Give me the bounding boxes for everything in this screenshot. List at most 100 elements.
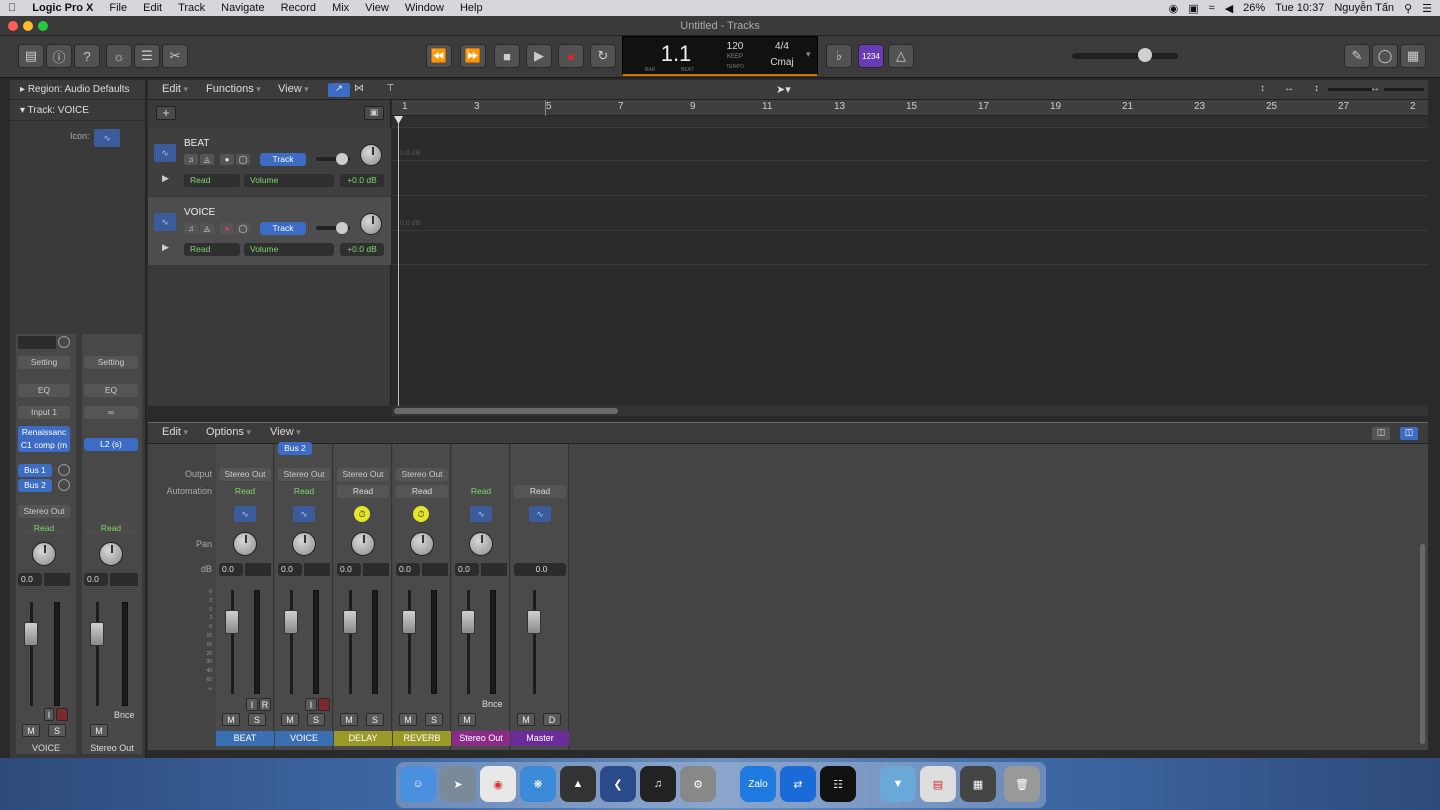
close-window-button[interactable] [8,21,18,31]
messages-icon[interactable]: ▣ [1188,2,1198,15]
voice-bus2-send[interactable]: Bus 2 [278,442,312,455]
delay-mute-button[interactable]: M [340,713,358,726]
track-row-voice[interactable]: ∿ VOICE ♫ ◬ ● ◯ Track ▶ Read Volume +0.0… [148,197,391,265]
pan-knob-right[interactable] [99,542,123,566]
apple-menu-icon[interactable]:  [0,2,24,14]
zoom-window-button[interactable] [38,21,48,31]
notifications-icon[interactable]: ☰ [1422,2,1432,15]
quick-help-button[interactable]: ? [74,44,100,68]
tracks-edit-menu[interactable]: Edit [162,83,188,95]
finder-icon[interactable]: ☺ [400,766,436,802]
bus1-send-knob[interactable] [58,464,70,476]
battery-text[interactable]: 26% [1243,2,1265,14]
zalo-icon[interactable]: Zalo [740,766,776,802]
beat-pan-knob[interactable] [360,144,382,166]
record-status-icon[interactable]: ◉ [1169,2,1179,15]
document-icon[interactable]: ▤ [920,766,956,802]
region-inspector-header[interactable]: ▸ Region: Audio Defaults [10,80,146,100]
reverb-channel-name[interactable]: REVERB [393,731,451,746]
voice-automation-mode[interactable]: Read [184,243,240,256]
stereo-out-automation-slot[interactable]: Read [455,485,507,498]
track-name-voice[interactable]: VOICE [184,207,215,218]
rewind-button[interactable]: ⏪ [426,44,452,68]
master-volume-fader[interactable] [527,610,541,634]
bus2-send-knob[interactable] [58,479,70,491]
mixer-edit-menu[interactable]: Edit [162,426,188,438]
menu-view[interactable]: View [357,2,397,14]
beat-track-mode[interactable]: Track [260,153,306,166]
final-cut-icon[interactable]: ❮ [600,766,636,802]
solo-button-left[interactable]: S [48,724,66,737]
beat-automation-line[interactable] [392,160,1428,161]
bus1-send[interactable]: Bus 1 [18,464,52,477]
timeline-ruler[interactable]: 1 3 5 7 9 11 13 15 17 19 21 23 25 27 2 [392,100,1428,116]
setting-button-left[interactable]: Setting [18,356,70,369]
app-menu[interactable]: Logic Pro X [24,2,101,14]
master-mute-button[interactable]: M [517,713,535,726]
library-button[interactable]: ▤ [18,44,44,68]
playhead[interactable] [398,116,399,406]
stereo-out-bounce-button[interactable]: Bnce [482,699,503,709]
automation-mode-left[interactable]: Read [18,522,70,535]
reverb-automation-slot[interactable]: Read [396,485,448,498]
voice-record-enable-button[interactable] [318,698,330,711]
voice-track-mode[interactable]: Track [260,222,306,235]
voice-input-monitor-icon[interactable]: ◯ [236,223,250,234]
pointer-tool-icon[interactable]: ➤▾ [776,83,800,97]
input-slot-right[interactable]: ∞ [84,406,138,419]
chrome-icon[interactable]: ◉ [480,766,516,802]
output-slot-left[interactable]: Stereo Out [18,505,70,518]
stereo-out-volume-fader[interactable] [461,610,475,634]
downloads-folder-icon[interactable]: ▼ [880,766,916,802]
menu-file[interactable]: File [101,2,135,14]
notepad-button[interactable]: ✎ [1344,44,1370,68]
beat-automation-slot[interactable]: Read [219,485,271,498]
volume-fader-right[interactable] [90,622,104,646]
plugin-slot-left[interactable]: Renaissanc C1 comp (m [18,426,70,452]
voice-mute-button[interactable]: M [281,713,299,726]
horizontal-zoom-slider[interactable] [1384,88,1424,91]
voice-automation-line[interactable] [392,230,1428,231]
metronome-button[interactable]: △ [888,44,914,68]
pan-knob-left[interactable] [32,542,56,566]
voice-automation-param[interactable]: Volume [244,243,334,256]
global-tracks-icon[interactable]: ▣ [364,106,384,120]
stereo-out-channel-name[interactable]: Stereo Out [452,731,510,746]
menu-edit[interactable]: Edit [135,2,170,14]
input-gain-knob[interactable] [58,336,70,348]
inspector-button[interactable]: ⓘ [46,44,72,68]
input-gain-field[interactable] [18,336,56,349]
horizontal-zoom-icon[interactable]: ↔ [1370,83,1380,94]
voice-automation-slot[interactable]: Read [278,485,330,498]
master-volume-knob[interactable] [1138,48,1152,62]
beat-record-enable-button[interactable]: R [259,698,271,711]
voice-mixer-pan-knob[interactable] [292,532,316,556]
setting-button-right[interactable]: Setting [84,356,138,369]
voice-mute-icon[interactable]: ♫ [184,223,198,234]
delay-output-slot[interactable]: Stereo Out [337,468,389,481]
reverb-mute-button[interactable]: M [399,713,417,726]
smart-controls-button[interactable]: ☼ [106,44,132,68]
beat-automation-value[interactable]: +0.0 dB [340,174,384,187]
voice-output-slot[interactable]: Stereo Out [278,468,330,481]
automation-mode-right[interactable]: Read [84,522,138,535]
voice-headphones-icon[interactable]: ◬ [200,223,214,234]
eq-button-left[interactable]: EQ [18,384,70,397]
add-track-button[interactable]: + [156,106,176,120]
voice-volume-knob[interactable] [336,222,348,234]
reverb-volume-fader[interactable] [402,610,416,634]
beat-mixer-pan-knob[interactable] [233,532,257,556]
reverb-solo-button[interactable]: S [425,713,443,726]
piano-icon[interactable]: ☷ [820,766,856,802]
voice-input-monitor-button[interactable]: I [305,698,317,711]
safari-icon[interactable]: ❋ [520,766,556,802]
play-button[interactable]: ▶ [526,44,552,68]
beat-record-icon[interactable]: ● [220,154,234,165]
bounce-button-right[interactable]: Bnce [114,710,135,720]
menu-mix[interactable]: Mix [324,2,357,14]
automation-toggle-icon[interactable]: ↗ [328,83,350,97]
record-enable-button-left[interactable] [56,708,68,721]
trash-icon[interactable]: 🗑 [1004,766,1040,802]
vertical-zoom-icon[interactable]: ↕ [1314,83,1319,94]
clock[interactable]: Tue 10:37 [1275,2,1324,14]
